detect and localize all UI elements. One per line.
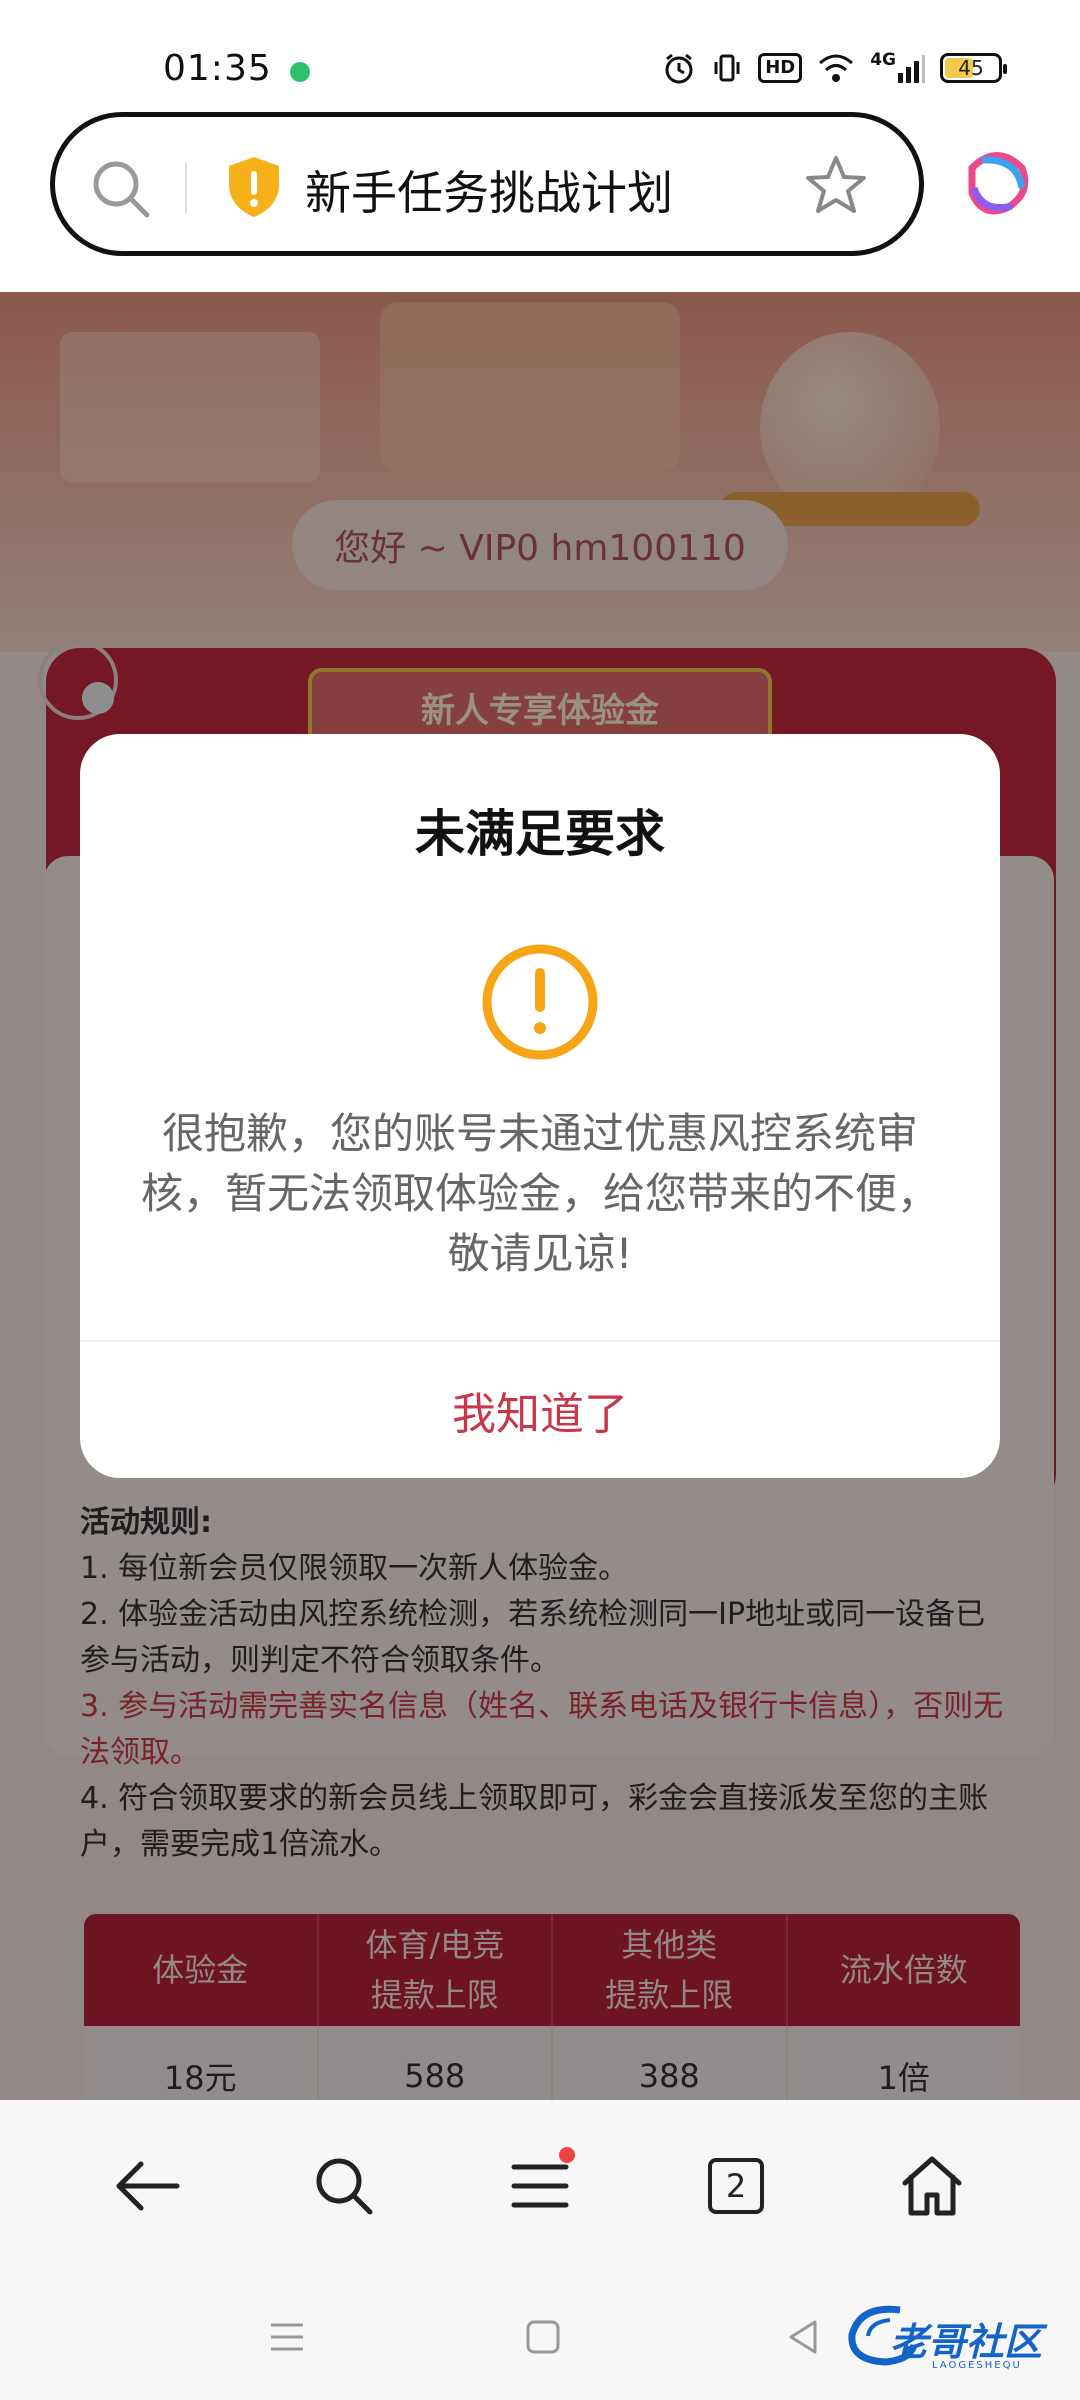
- search-icon: [316, 2158, 373, 2215]
- dialog-title: 未满足要求: [415, 805, 665, 863]
- recents-icon: [271, 2323, 303, 2351]
- security-shield-icon[interactable]: [225, 155, 283, 223]
- browser-toolbar: 2: [0, 2100, 1080, 2272]
- alert-dialog: 未满足要求 很抱歉，您的账号未通过优惠风控系统审核，暂无法领取体验金，给您带来的…: [80, 734, 1000, 1478]
- watermark-logo: 老哥社区 LAOGESHEQU: [840, 2300, 1072, 2376]
- back-button[interactable]: [103, 2141, 193, 2231]
- vibrate-icon: [710, 50, 744, 86]
- triangle-back-icon: [789, 2320, 817, 2354]
- page-title[interactable]: 新手任务挑战计划: [305, 157, 673, 223]
- alarm-icon: [662, 50, 696, 86]
- square-home-icon: [526, 2320, 560, 2354]
- address-bar[interactable]: 新手任务挑战计划: [50, 112, 924, 256]
- dragon-logo-icon: [848, 2305, 918, 2366]
- acknowledge-button[interactable]: 我知道了: [80, 1342, 1000, 1478]
- menu-button[interactable]: [495, 2141, 585, 2231]
- menu-icon: [511, 2164, 569, 2208]
- bookmark-star-icon[interactable]: [803, 153, 869, 223]
- dialog-message: 很抱歉，您的账号未通过优惠风控系统审核，暂无法领取体验金，给您带来的不便，敬请见…: [140, 1109, 939, 1278]
- address-divider: [185, 163, 187, 213]
- network-type: 4G: [870, 50, 896, 70]
- search-icon[interactable]: [89, 157, 153, 225]
- back-arrow-icon: [116, 2161, 180, 2211]
- warning-icon: [480, 942, 600, 1066]
- back-nav-button[interactable]: [778, 2312, 828, 2362]
- tabs-button[interactable]: 2: [691, 2141, 781, 2231]
- home-nav-button[interactable]: [518, 2312, 568, 2362]
- search-button[interactable]: [299, 2141, 389, 2231]
- status-icons: HD 4G 45: [662, 50, 1007, 86]
- wifi-icon: [816, 50, 856, 86]
- wechat-notification-icon: [290, 62, 310, 82]
- home-icon: [902, 2156, 962, 2216]
- browser-app-icon[interactable]: [962, 148, 1032, 222]
- battery-level: 45: [958, 56, 984, 80]
- signal-icon: 4G: [870, 50, 926, 86]
- hd-icon: HD: [758, 53, 803, 83]
- notification-dot: [559, 2147, 575, 2163]
- recent-apps-button[interactable]: [262, 2312, 312, 2362]
- home-button[interactable]: [887, 2141, 977, 2231]
- status-bar: 01:35 HD 4G 45: [0, 0, 1080, 110]
- battery-icon: 45: [940, 53, 1007, 83]
- clock: 01:35: [163, 48, 272, 89]
- watermark-subtext: LAOGESHEQU: [932, 2360, 1022, 2371]
- tabs-count: 2: [708, 2158, 764, 2214]
